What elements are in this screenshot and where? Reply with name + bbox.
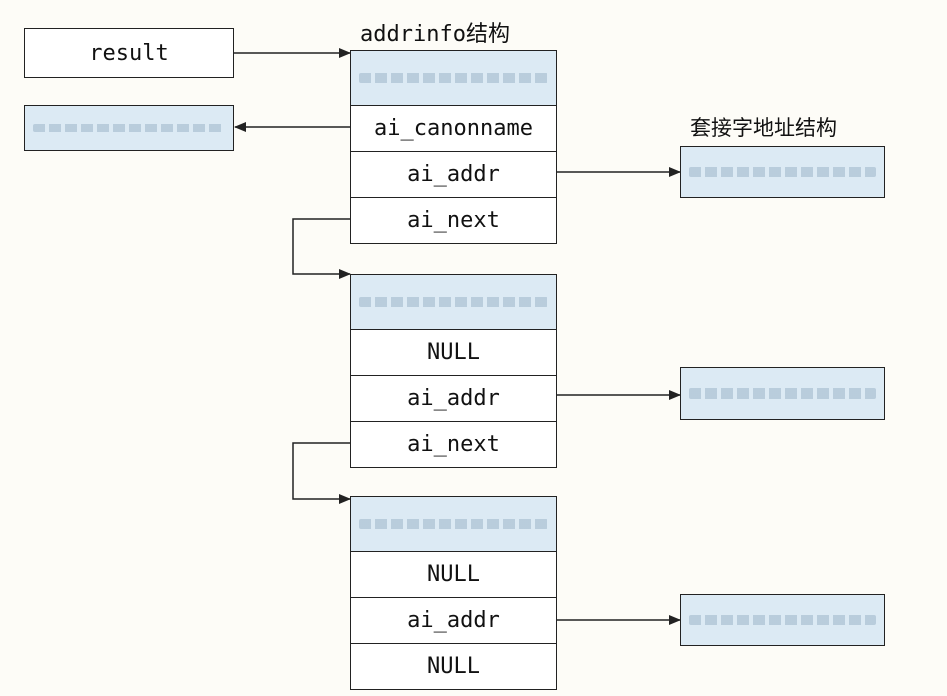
- arrows-layer: [234, 48, 681, 625]
- next-arrow-2: [292, 442, 351, 504]
- next-arrow-1: [292, 218, 351, 279]
- diagram: addrinfo结构 套接字地址结构 result ai_canonname a…: [0, 0, 947, 696]
